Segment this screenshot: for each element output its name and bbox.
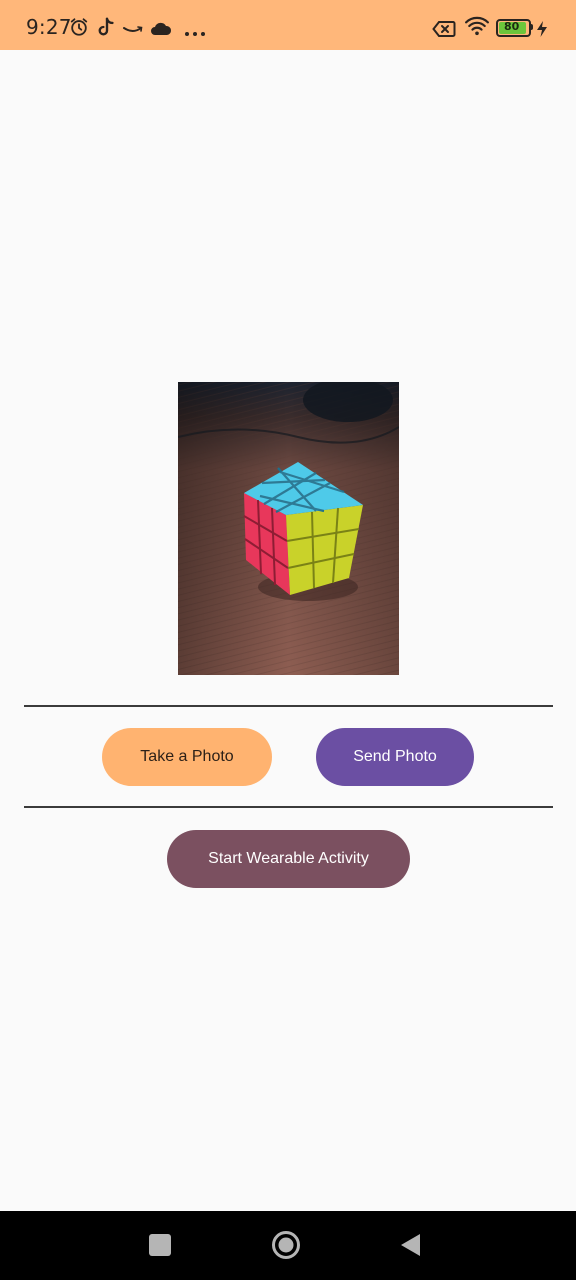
battery-level: 80 (504, 20, 520, 33)
navigation-bar (0, 1211, 576, 1280)
back-button[interactable] (400, 1233, 422, 1257)
back-icon (401, 1234, 420, 1256)
captured-photo (178, 382, 399, 675)
take-photo-button[interactable]: Take a Photo (102, 728, 272, 786)
start-wearable-activity-button[interactable]: Start Wearable Activity (167, 830, 410, 888)
home-icon (272, 1231, 300, 1259)
no-sim-icon (432, 21, 456, 37)
app-screen: 9:27 80 Take a Photo Send Photo Start We… (0, 0, 576, 1280)
status-time: 9:27 (26, 15, 72, 39)
cloud-icon (151, 22, 172, 35)
wifi-icon (465, 16, 489, 36)
more-notifications-icon (185, 32, 205, 36)
status-bar: 9:27 80 (0, 0, 576, 50)
battery-icon: 80 (496, 19, 533, 37)
take-photo-label: Take a Photo (140, 748, 234, 765)
send-photo-button[interactable]: Send Photo (316, 728, 474, 786)
send-photo-label: Send Photo (353, 748, 437, 765)
divider-bottom (24, 806, 553, 808)
tiktok-icon (98, 17, 114, 36)
amazon-icon (123, 26, 143, 32)
home-button[interactable] (271, 1230, 301, 1260)
alarm-icon (70, 18, 88, 36)
rubiks-cube-photo-icon (178, 382, 399, 675)
divider-top (24, 705, 553, 707)
start-wearable-activity-label: Start Wearable Activity (208, 850, 369, 867)
recents-button[interactable] (149, 1234, 171, 1256)
charging-icon (537, 21, 547, 37)
